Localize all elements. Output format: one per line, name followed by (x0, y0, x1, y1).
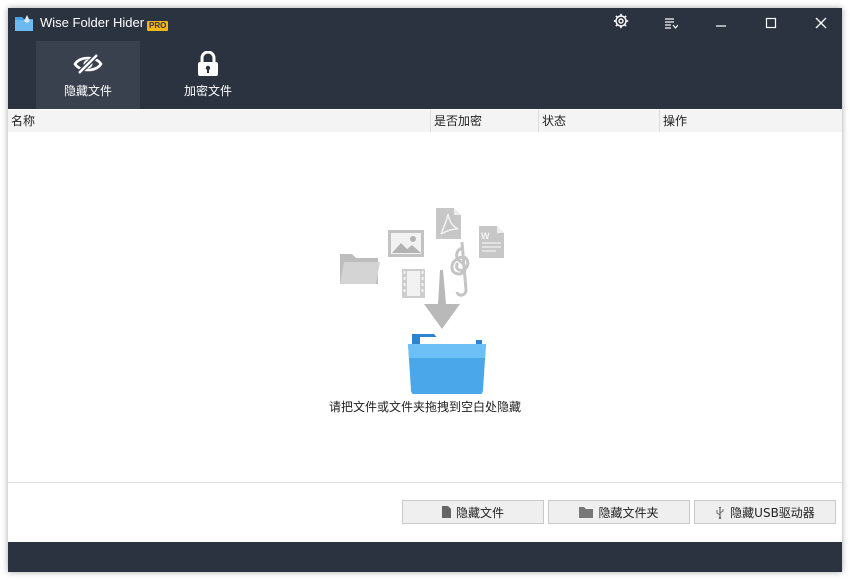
tab-encrypt-files-label: 加密文件 (183, 84, 232, 98)
menu-icon (664, 14, 679, 33)
settings-icon (613, 13, 629, 33)
blue-folder-icon (408, 334, 486, 394)
maximize-button[interactable] (746, 8, 796, 38)
hide-folder-button[interactable]: 隐藏文件夹 (548, 500, 690, 524)
image-icon (388, 230, 424, 257)
file-icon (441, 506, 451, 518)
folder-icon (579, 506, 594, 518)
title-bar: Wise Folder Hider PRO 隐藏文件 加密文件 (8, 8, 842, 109)
column-header-status[interactable]: 状态 (538, 110, 659, 132)
minimize-button[interactable] (696, 8, 746, 38)
app-window: Wise Folder Hider PRO 隐藏文件 加密文件 名称 是否加密 … (8, 8, 842, 572)
pdf-icon (436, 208, 461, 239)
app-logo-icon (14, 14, 34, 32)
drop-illustration: W (340, 208, 504, 394)
footer-toolbar: 隐藏文件 隐藏文件夹 隐藏USB驱动器 (8, 482, 842, 543)
settings-button[interactable] (596, 8, 646, 38)
tab-encrypt-files[interactable]: 加密文件 (156, 41, 260, 109)
film-icon (402, 269, 425, 298)
column-header-encrypted[interactable]: 是否加密 (430, 110, 538, 132)
hide-file-button[interactable]: 隐藏文件 (402, 500, 544, 524)
column-header-name[interactable]: 名称 (8, 110, 430, 132)
drop-hint-text: 请把文件或文件夹拖拽到空白处隐藏 (328, 400, 521, 414)
hide-usb-button[interactable]: 隐藏USB驱动器 (694, 500, 836, 524)
status-bar (8, 542, 842, 572)
tab-hide-files-label: 隐藏文件 (63, 84, 112, 98)
usb-icon (715, 506, 725, 519)
hide-usb-label: 隐藏USB驱动器 (730, 505, 815, 520)
folder-icon (340, 254, 380, 284)
svg-text:W: W (481, 231, 490, 241)
music-icon (450, 241, 470, 297)
table-header: 名称 是否加密 状态 操作 (8, 110, 842, 133)
document-icon: W (479, 226, 504, 258)
app-title: Wise Folder Hider (40, 15, 145, 30)
arrow-down-icon (424, 270, 460, 329)
pro-badge: PRO (147, 21, 169, 31)
hide-folder-label: 隐藏文件夹 (598, 505, 659, 520)
lock-icon (197, 51, 219, 77)
file-list-area[interactable]: W 请把文件或文件夹拖拽到空白处隐藏 (8, 132, 842, 482)
column-header-actions[interactable]: 操作 (659, 110, 842, 132)
close-button[interactable] (796, 8, 846, 38)
minimize-icon (715, 14, 727, 33)
eye-slash-icon (73, 51, 103, 77)
hide-file-label: 隐藏文件 (455, 505, 504, 520)
menu-button[interactable] (646, 8, 696, 38)
close-icon (815, 14, 827, 33)
maximize-icon (765, 14, 777, 33)
tab-hide-files[interactable]: 隐藏文件 (36, 41, 140, 109)
